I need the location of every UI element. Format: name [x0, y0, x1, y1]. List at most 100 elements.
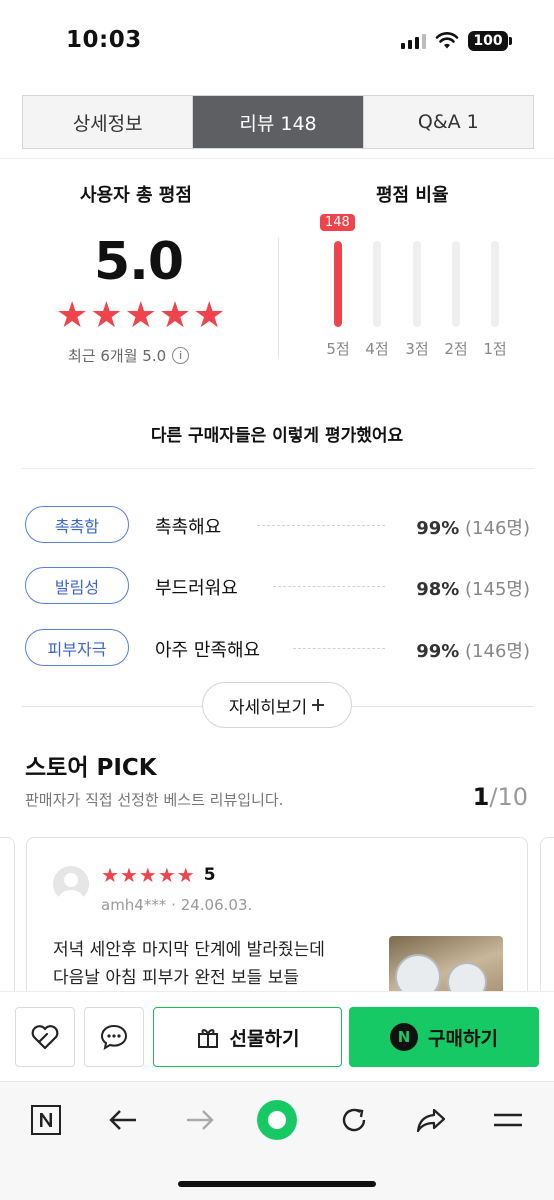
naver-home-button[interactable] — [26, 1100, 66, 1140]
dotted-leader — [273, 586, 385, 587]
rating-bar-4: 4점 — [357, 214, 397, 364]
keyword-row: 피부자극 아주 만족해요 99% (146명) — [25, 629, 530, 669]
rating-count-badge: 148 — [320, 214, 355, 231]
forward-button[interactable] — [180, 1100, 220, 1140]
store-pick-subtitle: 판매자가 직접 선정한 베스트 리뷰입니다. — [25, 791, 284, 809]
review-meta: amh4*** · 24.06.03. — [101, 896, 253, 914]
tab-details[interactable]: 상세정보 — [23, 96, 194, 148]
back-arrow-icon — [109, 1110, 136, 1130]
rating-bar-5: 148 5점 — [318, 214, 358, 364]
see-more-button[interactable]: 자세히보기 — [202, 682, 352, 728]
keyword-tag[interactable]: 촉촉함 — [25, 506, 129, 543]
keyword-row: 촉촉함 촉촉해요 99% (146명) — [25, 506, 530, 546]
avatar — [53, 866, 89, 902]
user-rating-title: 사용자 총 평점 — [80, 185, 192, 206]
back-button[interactable] — [103, 1100, 143, 1140]
wifi-icon — [435, 32, 459, 49]
prev-review-card[interactable] — [0, 837, 15, 997]
keyword-percent: 99% (146명) — [416, 518, 530, 539]
review-star-rating: ★ ★ ★ ★ ★ 5 — [101, 864, 216, 886]
keyword-text: 아주 만족해요 — [155, 640, 261, 661]
bar-label: 2점 — [444, 340, 468, 358]
review-text: 저녁 세안후 마지막 단계에 발라줬는데 다음날 아침 피부가 완전 보들 보들 — [53, 940, 325, 988]
star-icon: ★ — [56, 295, 89, 336]
review-user: amh4*** — [101, 896, 167, 914]
rating-ratio-title: 평점 비율 — [376, 185, 449, 206]
tab-qna[interactable]: Q&A 1 — [362, 96, 533, 148]
bar-label: 1점 — [483, 340, 507, 358]
dotted-leader — [293, 648, 385, 649]
talk-button[interactable] — [84, 1007, 144, 1067]
gift-icon — [197, 1029, 218, 1048]
star-icon: ★ — [101, 863, 119, 887]
review-score: 5 — [203, 865, 216, 885]
buy-button[interactable]: N 구매하기 — [349, 1007, 539, 1067]
heart-icon — [31, 1025, 59, 1050]
menu-button[interactable] — [488, 1100, 528, 1140]
average-score: 5.0 — [94, 232, 184, 292]
share-button[interactable] — [411, 1100, 451, 1140]
buy-label: 구매하기 — [428, 1027, 498, 1050]
next-review-card[interactable] — [540, 837, 554, 997]
tab-reviews[interactable]: 리뷰 148 — [193, 96, 363, 148]
keyword-row: 발림성 부드러워요 98% (145명) — [25, 567, 530, 607]
naver-pay-icon: N — [390, 1023, 419, 1051]
star-icon: ★ — [90, 295, 123, 336]
star-icon: ★ — [157, 863, 176, 887]
star-icon: ★ — [138, 863, 157, 887]
bar-label: 5점 — [326, 340, 350, 358]
keyword-tag[interactable]: 발림성 — [25, 567, 129, 604]
status-bar: 10:03 100 — [0, 0, 554, 88]
divider — [278, 238, 279, 358]
bar-fill — [334, 241, 342, 327]
divider — [0, 158, 554, 159]
refresh-button[interactable] — [334, 1100, 374, 1140]
rating-bar-2: 2점 — [436, 214, 476, 364]
green-dot-icon — [257, 1100, 297, 1140]
gift-label: 선물하기 — [229, 1027, 300, 1050]
recent-rating-label: 최근 6개월 5.0 — [68, 347, 167, 365]
divider — [22, 468, 534, 469]
status-icons: 100 — [401, 31, 512, 51]
forward-arrow-icon — [187, 1110, 214, 1130]
rating-bar-1: 1점 — [475, 214, 515, 364]
bar-track — [413, 241, 421, 327]
keyword-text: 부드러워요 — [155, 578, 238, 599]
naver-n-icon — [31, 1105, 61, 1135]
review-date: 24.06.03. — [180, 896, 253, 914]
keyword-percent: 99% (146명) — [416, 641, 530, 662]
product-tabs: 상세정보 리뷰 148 Q&A 1 — [22, 95, 534, 149]
page-indicator: 1/10 — [472, 783, 528, 811]
star-icon: ★ — [119, 863, 138, 887]
star-icon: ★ — [193, 295, 226, 336]
star-icon: ★ — [158, 295, 192, 336]
share-icon — [416, 1108, 446, 1133]
rating-bar-3: 3점 — [397, 214, 437, 364]
chat-bubble-icon — [100, 1024, 128, 1051]
bar-label: 3점 — [405, 340, 429, 358]
store-pick-title: 스토어 PICK — [25, 755, 157, 781]
plus-icon — [312, 699, 325, 711]
bar-track — [334, 241, 342, 327]
keyword-percent: 98% (145명) — [416, 579, 530, 600]
menu-icon — [494, 1113, 522, 1127]
bar-track — [491, 241, 499, 327]
green-dot-button[interactable] — [257, 1100, 297, 1140]
rating-distribution: 148 5점 4점 3점 2점 1점 — [318, 214, 518, 364]
gift-button[interactable]: 선물하기 — [153, 1007, 342, 1067]
info-icon[interactable]: i — [172, 347, 190, 364]
recent-rating: 최근 6개월 5.0 i — [68, 345, 190, 366]
star-rating: ★ ★ ★ ★ ★ — [56, 296, 225, 336]
keyword-tag[interactable]: 피부자극 — [25, 629, 129, 666]
evaluation-title: 다른 구매자들은 이렇게 평가했어요 — [150, 426, 404, 446]
wishlist-button[interactable] — [15, 1007, 75, 1067]
bar-label: 4점 — [365, 340, 389, 358]
battery-icon: 100 — [468, 31, 512, 51]
cellular-signal-icon — [401, 33, 426, 49]
star-icon: ★ — [176, 863, 195, 887]
purchase-action-bar: 선물하기 N 구매하기 — [0, 991, 554, 1081]
star-icon: ★ — [124, 295, 157, 336]
refresh-icon — [342, 1108, 366, 1132]
bar-track — [373, 241, 381, 327]
bar-track — [452, 241, 460, 327]
